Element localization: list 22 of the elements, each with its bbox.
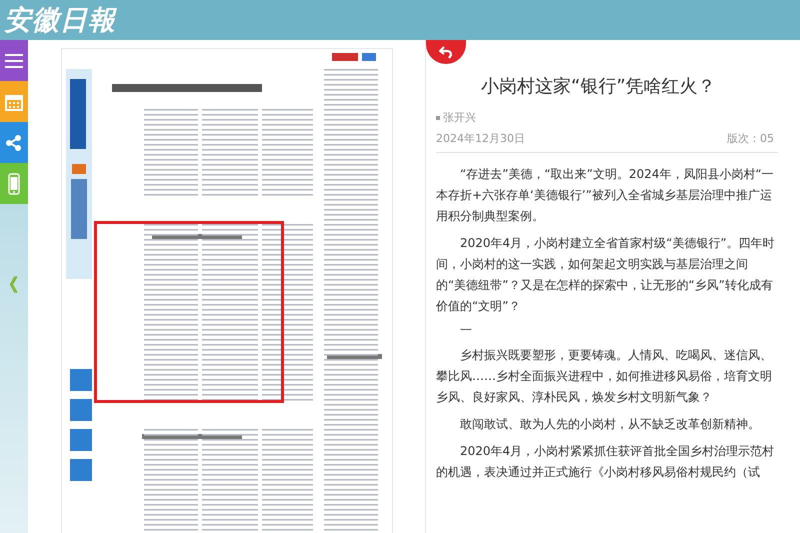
newspaper-logo: 安徽日報 — [4, 4, 116, 38]
selected-article-frame[interactable] — [94, 221, 284, 403]
article-paragraph: 2020年4月，小岗村紧紧抓住获评首批全国乡村治理示范村的机遇，表决通过并正式施行《小岗村移风易俗村规民约（试 — [436, 443, 776, 481]
share-icon — [5, 134, 23, 152]
author-name: 张开兴 — [443, 110, 476, 125]
bullet-icon — [436, 116, 440, 120]
menu-button[interactable] — [0, 40, 28, 81]
back-button[interactable] — [426, 40, 466, 64]
edition-number: 版次：05 — [727, 131, 774, 146]
section-number: 一 — [459, 322, 473, 339]
menu-icon — [5, 54, 23, 68]
article-paragraph: “存进去”美德，“取出来”文明。2024年，凤阳县小岗村“一本存折+六张存单‘美德银行’”被列入全省城乡基层治理中推广运用积分制典型案例。 — [436, 166, 775, 225]
article-paragraph: 2020年4月，小岗村建立全省首家村级“美德银行”。四年时间，小岗村的这一实践，如何架起文明实践与基层治理之间的“美德纽带”？又是在怎样的探索中，让无形的“乡风”转化成有价值的“文明”？ — [436, 235, 776, 315]
share-button[interactable] — [0, 122, 28, 163]
collapse-toggle[interactable]: 《 — [0, 274, 18, 298]
article-paragraph: 乡村振兴既要塑形，更要铸魂。人情风、吃喝风、迷信风、攀比风……乡村全面振兴进程中，如何推进移风易俗，培育文明乡风、良好家风、淳朴民风，焕发乡村文明新气象？ — [436, 347, 773, 406]
calendar-icon — [5, 92, 23, 110]
back-arrow-icon — [439, 45, 453, 59]
article-paragraph: 敢闯敢试、敢为人先的小岗村，从不缺乏改革创新精神。 — [459, 416, 761, 433]
publish-date: 2024年12月30日 — [436, 131, 525, 146]
mobile-phone-icon — [8, 172, 20, 194]
article-title: 小岗村这家“银行”凭啥红火？ — [480, 75, 717, 98]
